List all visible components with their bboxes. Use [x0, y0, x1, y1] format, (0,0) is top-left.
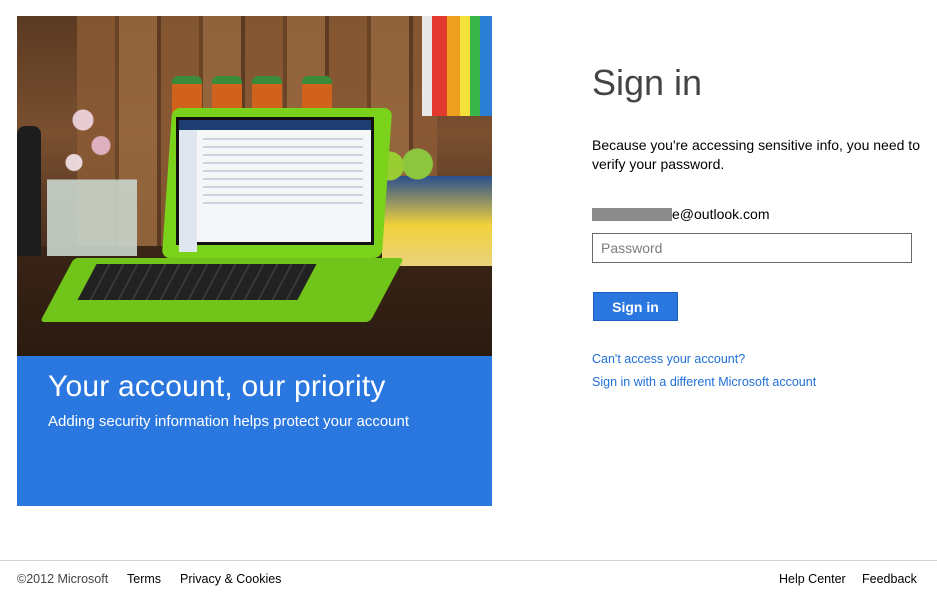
screen-sidebar [179, 130, 197, 252]
sign-in-button[interactable]: Sign in [593, 292, 678, 321]
redacted-email-prefix [592, 207, 672, 221]
footer-terms-link[interactable]: Terms [127, 572, 161, 586]
promo-photo-laptop [17, 16, 492, 356]
promo-title: Your account, our priority [48, 370, 386, 403]
footer-feedback-link[interactable]: Feedback [862, 572, 917, 586]
page-title: Sign in [592, 62, 703, 103]
cant-access-account-link[interactable]: Can't access your account? [592, 352, 745, 366]
photo-poster [422, 16, 492, 116]
laptop-screen [176, 117, 374, 252]
footer-copyright: ©2012 Microsoft [17, 572, 109, 586]
promo-banner: Your account, our priority Adding securi… [17, 356, 492, 506]
photo-box [382, 176, 492, 266]
different-account-link[interactable]: Sign in with a different Microsoft accou… [592, 375, 816, 389]
footer-divider [0, 560, 937, 561]
footer-privacy-link[interactable]: Privacy & Cookies [180, 572, 281, 586]
photo-flowers [47, 86, 137, 256]
screen-toolbar [179, 120, 371, 130]
promo-panel: Your account, our priority Adding securi… [17, 16, 492, 506]
footer-help-link[interactable]: Help Center [779, 572, 846, 586]
photo-bottle [17, 126, 41, 256]
signin-description: Because you're accessing sensitive info,… [592, 137, 920, 172]
screen-mail-rows [203, 138, 363, 208]
laptop-keyboard [77, 264, 317, 300]
photo-green-laptop [39, 108, 405, 322]
password-input[interactable] [592, 233, 912, 263]
account-email-text: e@outlook.com [672, 206, 770, 222]
account-email: e@outlook.com [592, 206, 769, 222]
promo-subtitle: Adding security information helps protec… [48, 413, 410, 430]
